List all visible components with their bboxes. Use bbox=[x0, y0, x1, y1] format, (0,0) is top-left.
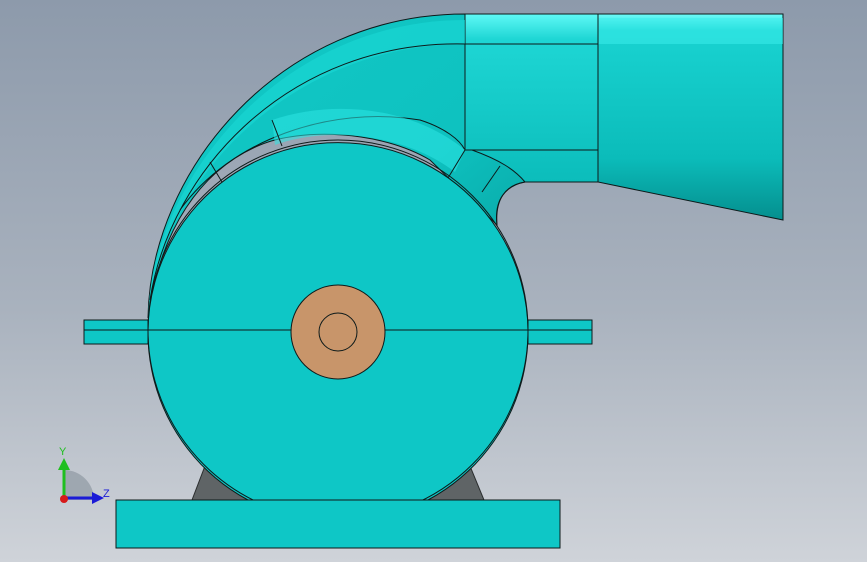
y-axis-label: Y bbox=[59, 446, 67, 458]
fan-model[interactable]: Y Z bbox=[0, 0, 867, 562]
outlet-duct[interactable] bbox=[597, 13, 784, 221]
graphics-viewport[interactable]: Y Z bbox=[0, 0, 867, 562]
reference-triad: Y Z bbox=[58, 446, 110, 504]
z-axis-label: Z bbox=[103, 488, 110, 500]
x-axis-dot-icon bbox=[60, 495, 68, 503]
shaft-hub[interactable] bbox=[290, 284, 386, 380]
base-plate[interactable] bbox=[115, 499, 561, 549]
y-axis-arrow-icon bbox=[58, 458, 70, 470]
